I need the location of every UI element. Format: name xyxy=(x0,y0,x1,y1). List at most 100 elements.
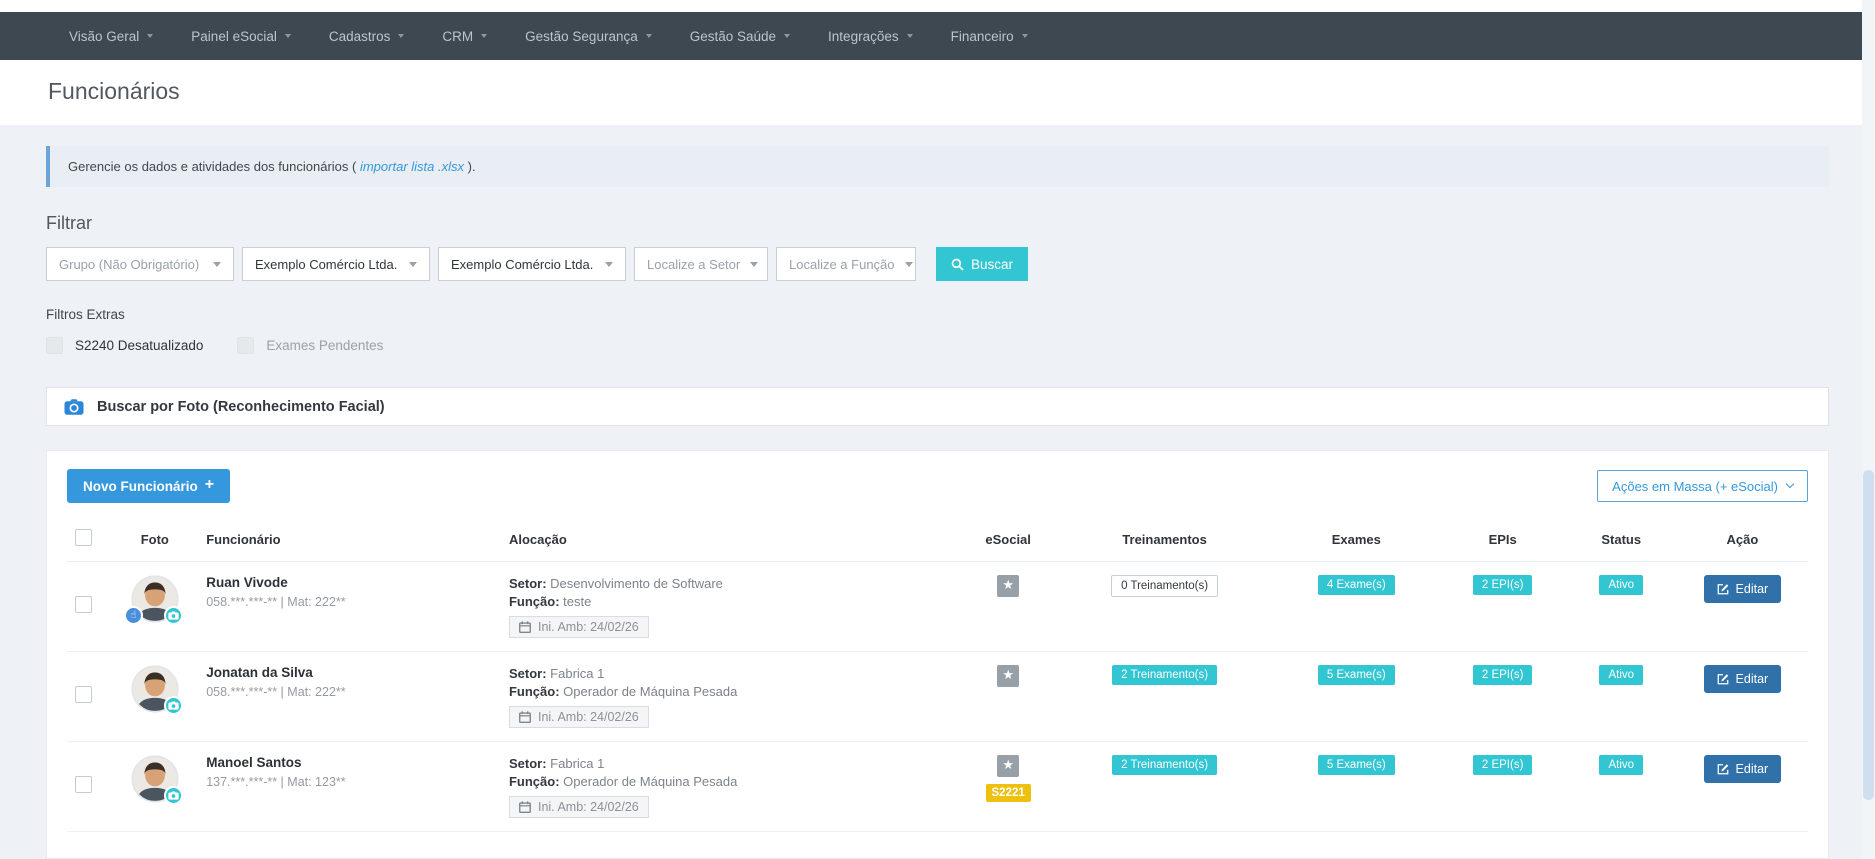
sector-label: Setor: xyxy=(508,576,547,591)
exames-pendentes-checkbox[interactable] xyxy=(237,337,255,354)
s2240-checkbox[interactable] xyxy=(46,337,63,354)
sector-dropdown[interactable]: Localize a Setor xyxy=(634,247,768,281)
calendar-icon xyxy=(519,801,531,813)
trainings-badge[interactable]: 2 Treinamento(s) xyxy=(1112,665,1218,685)
filter-row: Grupo (Não Obrigatório) Exemplo Comércio… xyxy=(46,247,1829,281)
import-xlsx-link[interactable]: importar lista .xlsx xyxy=(360,159,464,174)
unit-dropdown[interactable]: Exemplo Comércio Ltda. xyxy=(438,247,626,281)
plus-icon: + xyxy=(204,476,215,493)
chevron-down-icon xyxy=(481,34,488,38)
extra-filters-row: S2240 Desatualizado Exames Pendentes xyxy=(46,337,1829,354)
camera-icon xyxy=(64,398,84,415)
employee-name: Jonatan da Silva xyxy=(206,665,313,680)
epis-badge[interactable]: 2 EPI(s) xyxy=(1472,755,1533,775)
row-checkbox[interactable] xyxy=(75,775,92,793)
row-checkbox[interactable] xyxy=(75,595,92,613)
search-button[interactable]: Buscar xyxy=(936,247,1029,281)
row-checkbox[interactable] xyxy=(75,685,92,703)
table-row: Manoel Santos 137.***.***-** | Mat: 123*… xyxy=(67,741,1808,832)
caret-down-icon xyxy=(409,261,417,267)
sector-label: Setor: xyxy=(508,666,547,681)
filter-section-title: Filtrar xyxy=(46,213,92,233)
nav-item-painel-esocial[interactable]: Painel eSocial xyxy=(172,12,310,60)
company-dropdown[interactable]: Exemplo Comércio Ltda. xyxy=(242,247,430,281)
dropdown-label: Exemplo Comércio Ltda. xyxy=(451,256,594,272)
banner-text-end: ). xyxy=(467,159,476,174)
table-row: Jonatan da Silva 058.***.***-** | Mat: 2… xyxy=(67,651,1808,742)
nav-item-cadastros[interactable]: Cadastros xyxy=(310,12,424,60)
nav-item-integracoes[interactable]: Integrações xyxy=(809,12,932,60)
nav-label: Visão Geral xyxy=(69,28,140,44)
nav-item-financeiro[interactable]: Financeiro xyxy=(932,12,1047,60)
nav-item-crm[interactable]: CRM xyxy=(423,12,506,60)
edit-button[interactable]: Editar xyxy=(1703,575,1782,603)
edit-button[interactable]: Editar xyxy=(1703,665,1782,693)
bulk-actions-label: Ações em Massa (+ eSocial) xyxy=(1612,478,1778,494)
search-button-label: Buscar xyxy=(971,256,1014,272)
bulk-actions-button[interactable]: Ações em Massa (+ eSocial) xyxy=(1597,470,1808,502)
function-value: Operador de Máquina Pesada xyxy=(563,684,738,699)
function-line: Função: teste xyxy=(509,593,952,611)
nav-item-gestao-saude[interactable]: Gestão Saúde xyxy=(671,12,809,60)
edit-icon xyxy=(1717,764,1728,775)
exams-badge[interactable]: 5 Exame(s) xyxy=(1317,755,1395,775)
calendar-icon xyxy=(519,621,531,633)
page-scrollbar xyxy=(1862,0,1875,859)
trainings-badge[interactable]: 2 Treinamento(s) xyxy=(1112,755,1218,775)
calendar-icon xyxy=(519,711,531,723)
column-header-acao: Ação xyxy=(1676,519,1808,562)
ini-amb-box: Ini. Amb: 24/02/26 xyxy=(508,796,649,818)
caret-down-icon xyxy=(213,261,221,267)
epis-badge[interactable]: 2 EPI(s) xyxy=(1472,575,1533,595)
nav-item-visao-geral[interactable]: Visão Geral xyxy=(50,12,172,60)
hand-pointer-badge-icon[interactable]: ☝ xyxy=(123,606,143,625)
employee-meta: 058.***.***-** | Mat: 222** xyxy=(206,595,346,609)
hand-glyph: ☝ xyxy=(130,609,137,621)
caret-down-icon xyxy=(750,261,759,267)
camera-badge-icon[interactable] xyxy=(163,696,183,715)
photo-search-bar[interactable]: Buscar por Foto (Reconhecimento Facial) xyxy=(46,387,1829,426)
employee-meta: 137.***.***-** | Mat: 123** xyxy=(206,775,346,789)
status-badge: Ativo xyxy=(1599,755,1644,775)
new-employee-label: Novo Funcionário xyxy=(83,478,198,494)
epis-badge[interactable]: 2 EPI(s) xyxy=(1472,665,1533,685)
checkbox-label: Exames Pendentes xyxy=(266,338,384,353)
banner-text: Gerencie os dados e atividades dos funci… xyxy=(68,159,357,174)
function-value: Operador de Máquina Pesada xyxy=(563,774,738,789)
ini-amb-label: Ini. Amb: 24/02/26 xyxy=(537,620,639,634)
camera-badge-icon[interactable] xyxy=(163,786,183,805)
exams-badge[interactable]: 5 Exame(s) xyxy=(1317,665,1395,685)
camera-badge-icon[interactable] xyxy=(163,606,183,625)
new-employee-button[interactable]: Novo Funcionário + xyxy=(67,469,231,503)
sector-value: Desenvolvimento de Software xyxy=(550,576,723,591)
edit-button[interactable]: Editar xyxy=(1703,755,1782,783)
employee-meta: 058.***.***-** | Mat: 222** xyxy=(206,685,346,699)
table-header-row: Foto Funcionário Alocação eSocial Treina… xyxy=(67,519,1808,562)
edit-button-label: Editar xyxy=(1735,582,1769,596)
trainings-badge[interactable]: 0 Treinamento(s) xyxy=(1111,575,1219,597)
nav-item-gestao-seguranca[interactable]: Gestão Segurança xyxy=(506,12,671,60)
dropdown-label: Localize a Função xyxy=(789,256,895,272)
column-header-treinamentos: Treinamentos xyxy=(1056,519,1274,562)
search-icon xyxy=(951,258,964,271)
chevron-down-icon xyxy=(1785,479,1795,489)
function-line: Função: Operador de Máquina Pesada xyxy=(509,683,952,701)
table-row: ☝ Ruan Vivode 058.***.***-** | Mat: 222*… xyxy=(67,561,1808,652)
select-all-checkbox[interactable] xyxy=(75,529,92,546)
page-content: Gerencie os dados e atividades dos funci… xyxy=(0,146,1875,859)
function-dropdown[interactable]: Localize a Função xyxy=(776,247,916,281)
ini-amb-label: Ini. Amb: 24/02/26 xyxy=(537,800,639,814)
sector-label: Setor: xyxy=(508,756,547,771)
chevron-down-icon xyxy=(147,34,154,38)
edit-icon xyxy=(1717,674,1728,685)
group-dropdown[interactable]: Grupo (Não Obrigatório) xyxy=(46,247,234,281)
exams-badge[interactable]: 4 Exame(s) xyxy=(1317,575,1395,595)
nav-label: Financeiro xyxy=(950,28,1014,44)
edit-icon xyxy=(1717,584,1728,595)
sector-line: Setor: Fabrica 1 xyxy=(509,755,952,773)
nav-label: CRM xyxy=(442,28,474,44)
scrollbar-thumb[interactable] xyxy=(1863,470,1874,800)
chevron-down-icon xyxy=(906,34,913,38)
caret-down-icon xyxy=(904,261,913,267)
employees-table: Foto Funcionário Alocação eSocial Treina… xyxy=(67,519,1808,832)
